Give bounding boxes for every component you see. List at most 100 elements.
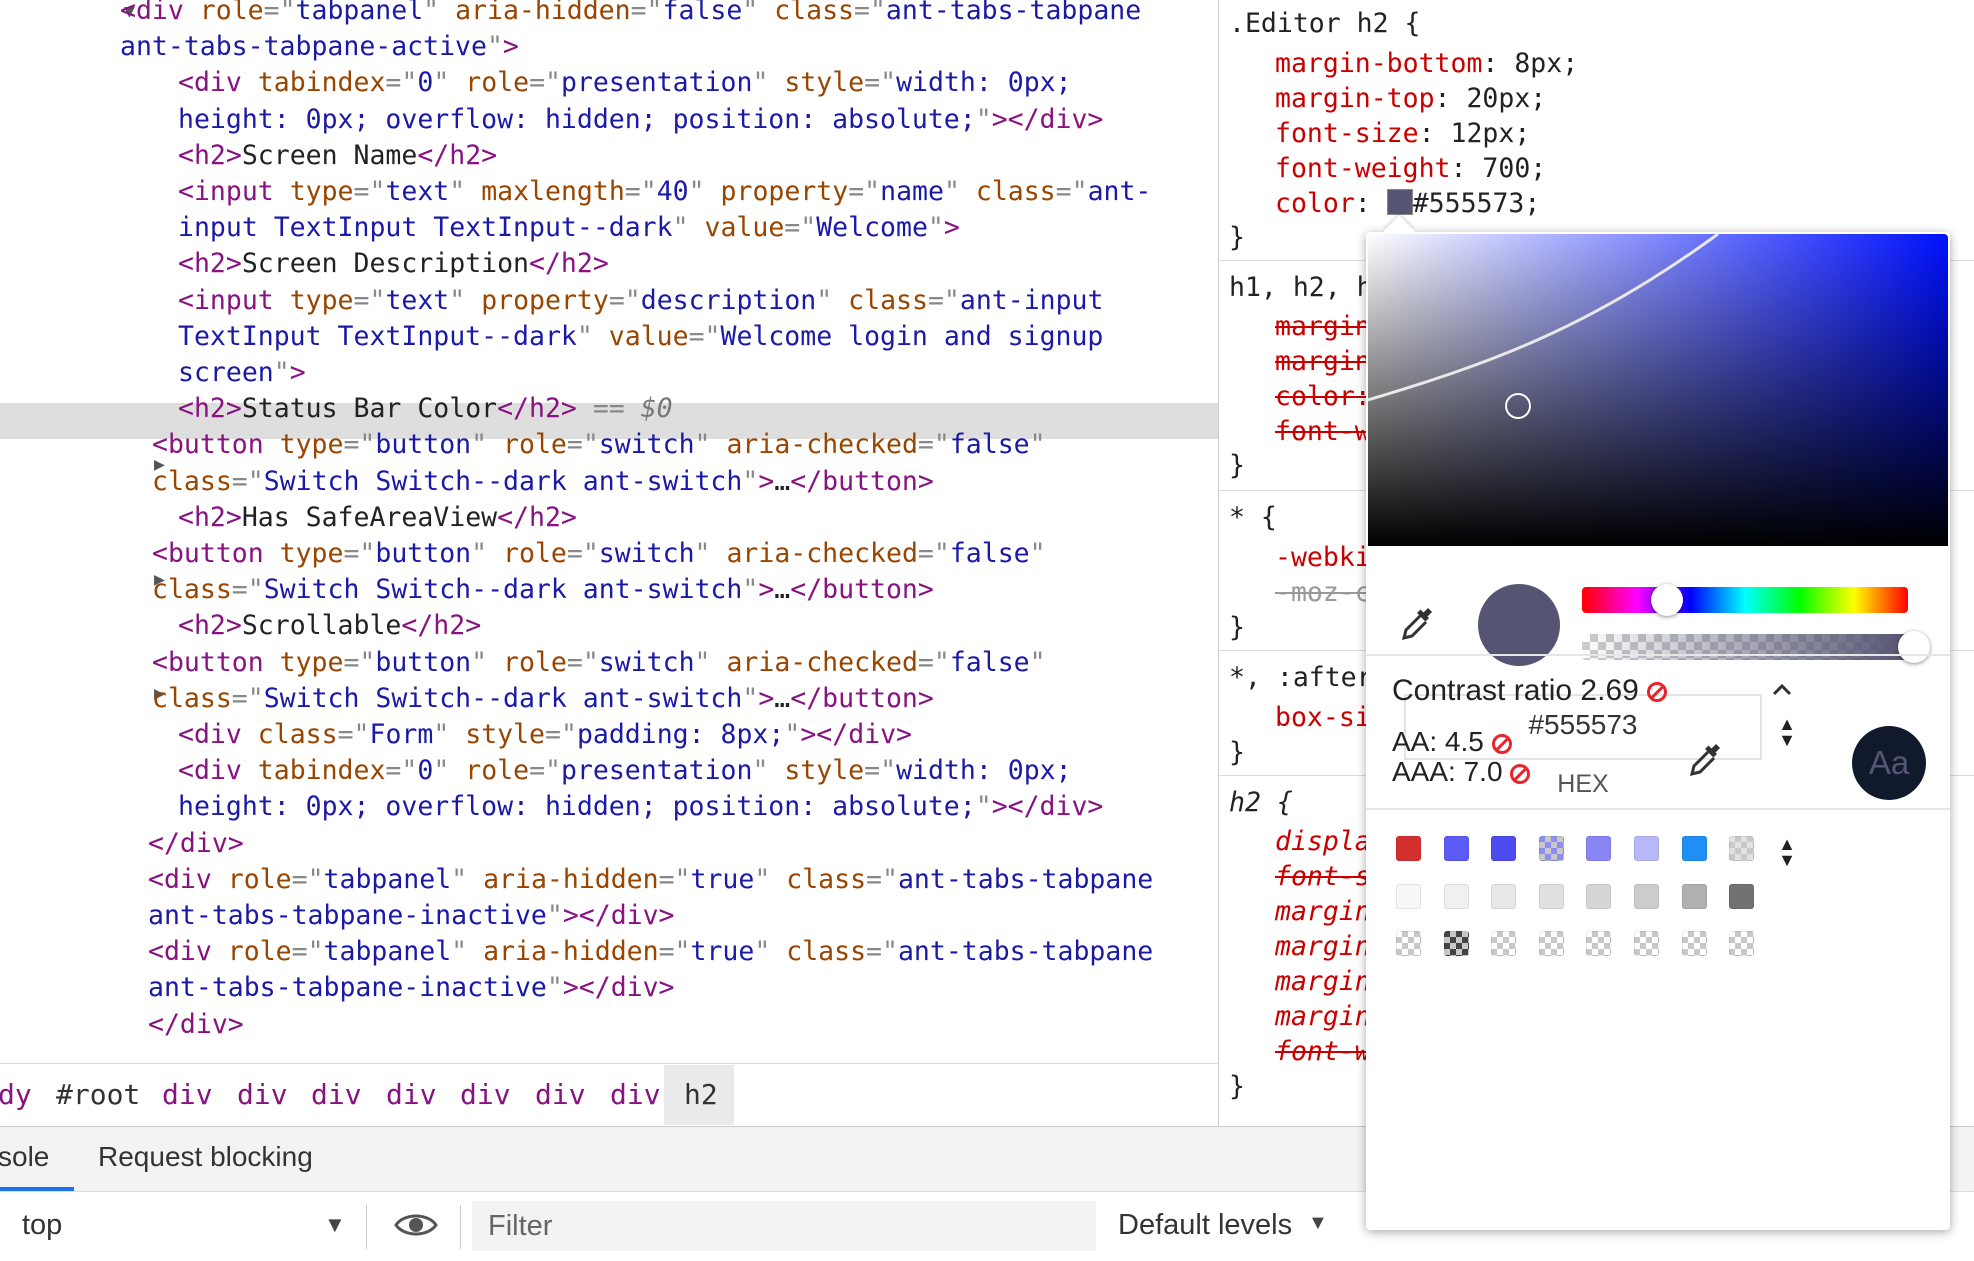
palette-swatch[interactable] — [1586, 836, 1612, 861]
breadcrumb-item[interactable]: div — [311, 1078, 362, 1111]
filter-input[interactable]: Filter — [472, 1201, 1096, 1251]
style-property[interactable]: -moz-c — [1275, 575, 1371, 610]
breadcrumb-item[interactable]: div — [535, 1078, 586, 1111]
eyedropper-icon[interactable] — [1400, 604, 1436, 649]
log-levels-dropdown[interactable]: Default levels — [1118, 1209, 1292, 1242]
dom-node-line[interactable]: <div role="tabpanel" aria-hidden="true" … — [148, 934, 1218, 970]
dom-node-line[interactable]: <button type="button" role="switch" aria… — [152, 427, 1218, 463]
palette-swatch[interactable] — [1491, 883, 1517, 909]
chevron-down-icon[interactable]: ▼ — [324, 1212, 346, 1238]
style-property[interactable]: displa — [1275, 824, 1371, 859]
palette-swatch[interactable] — [1396, 836, 1421, 861]
contrast-ratio-header[interactable]: Contrast ratio 2.69 — [1392, 674, 1668, 708]
dom-node-line[interactable]: class="Switch Switch--dark ant-switch">…… — [152, 464, 1218, 500]
alpha-slider[interactable] — [1582, 634, 1908, 660]
rule-selector[interactable]: .Editor h2 { — [1229, 6, 1420, 41]
palette-swatch[interactable] — [1729, 883, 1755, 909]
palette-swatch[interactable] — [1396, 883, 1421, 909]
dom-node-selected[interactable]: <h2>Status Bar Color</h2> == $0 — [178, 391, 1218, 427]
context-selector[interactable]: top — [22, 1209, 62, 1242]
style-property[interactable]: margin — [1275, 929, 1371, 964]
style-property[interactable]: margin — [1275, 999, 1371, 1034]
dom-node-line[interactable]: height: 0px; overflow: hidden; position:… — [178, 789, 1218, 825]
palette-switcher-icon[interactable]: ▲ ▼ — [1777, 835, 1797, 869]
palette-swatch[interactable] — [1634, 883, 1659, 909]
breadcrumb-item[interactable]: div — [386, 1078, 437, 1111]
rule-selector[interactable]: *, :after — [1229, 660, 1373, 695]
style-property[interactable]: margin-top: 20px; — [1275, 81, 1546, 116]
palette-swatch[interactable] — [1586, 931, 1612, 956]
rule-selector[interactable]: h1, h2, h — [1229, 270, 1373, 305]
palette-swatch[interactable] — [1443, 931, 1469, 956]
palette-swatch[interactable] — [1729, 836, 1755, 861]
style-property[interactable]: margin-bottom: 8px; — [1275, 46, 1578, 81]
breadcrumb-item[interactable]: div — [162, 1078, 213, 1111]
dom-node-line[interactable]: height: 0px; overflow: hidden; position:… — [178, 102, 1218, 138]
palette-swatch[interactable] — [1681, 883, 1707, 909]
dom-node-line[interactable]: <button type="button" role="switch" aria… — [152, 645, 1218, 681]
style-property[interactable]: font-weight: 700; — [1275, 151, 1546, 186]
dom-node-line[interactable]: </div> — [148, 1007, 1218, 1043]
tab-request-blocking[interactable]: Request blocking — [98, 1141, 313, 1173]
format-cycle-icon[interactable]: ▲ ▼ — [1777, 715, 1797, 749]
rule-selector[interactable]: h2 { — [1229, 785, 1293, 820]
eye-icon[interactable] — [394, 1210, 438, 1245]
style-property[interactable]: margin — [1275, 894, 1371, 929]
saturation-value-area[interactable] — [1368, 234, 1948, 546]
color-cursor[interactable] — [1505, 393, 1531, 419]
dom-node-line[interactable]: TextInput TextInput--dark" value="Welcom… — [178, 319, 1218, 355]
style-property[interactable]: margin — [1275, 309, 1371, 344]
tab-console[interactable]: sole — [0, 1141, 49, 1173]
chevron-up-icon[interactable] — [1772, 682, 1792, 701]
dom-node-line[interactable]: <h2>Screen Description</h2> — [178, 246, 1218, 282]
dom-node-line[interactable]: ant-tabs-tabpane-active"> — [120, 29, 1218, 65]
dom-node-line[interactable]: <div class="Form" style="padding: 8px;">… — [178, 717, 1218, 753]
palette-swatch[interactable] — [1491, 836, 1517, 861]
dom-node-line[interactable]: ant-tabs-tabpane-inactive"></div> — [148, 970, 1218, 1006]
dom-node-line[interactable]: <div role="tabpanel" aria-hidden="true" … — [148, 862, 1218, 898]
chevron-down-icon[interactable]: ▼ — [1308, 1212, 1328, 1235]
dom-node-line[interactable]: <h2>Has SafeAreaView</h2> — [178, 500, 1218, 536]
dom-node-line[interactable]: input TextInput TextInput--dark" value="… — [178, 210, 1218, 246]
style-property[interactable]: font-size: 12px; — [1275, 116, 1530, 151]
dom-node-line[interactable]: <button type="button" role="switch" aria… — [152, 536, 1218, 572]
style-property[interactable]: font-s — [1275, 859, 1371, 894]
palette-swatch[interactable] — [1538, 931, 1564, 956]
style-property[interactable]: -webki — [1275, 540, 1371, 575]
palette-swatch[interactable] — [1729, 931, 1755, 956]
palette-swatch[interactable] — [1681, 836, 1707, 861]
dom-node-line[interactable]: <h2>Screen Name</h2> — [178, 138, 1218, 174]
palette-swatch[interactable] — [1443, 883, 1469, 909]
palette-swatch[interactable] — [1491, 931, 1517, 956]
style-property[interactable]: color: — [1275, 379, 1371, 414]
dom-node-line[interactable]: </div> — [148, 826, 1218, 862]
palette-swatch[interactable] — [1586, 883, 1612, 909]
breadcrumb-item[interactable]: div — [460, 1078, 511, 1111]
color-swatch-inline[interactable] — [1386, 189, 1413, 215]
palette-swatch[interactable] — [1538, 883, 1564, 909]
dom-node-line[interactable]: <input type="text" maxlength="40" proper… — [178, 174, 1218, 210]
style-property[interactable]: margin — [1275, 964, 1371, 999]
palette-swatch[interactable] — [1396, 931, 1421, 956]
style-property[interactable]: margin — [1275, 344, 1371, 379]
breadcrumb-item[interactable]: dy — [0, 1078, 32, 1111]
dom-node-line[interactable]: <div tabindex="0" role="presentation" st… — [178, 753, 1218, 789]
style-property[interactable]: box-si — [1275, 700, 1371, 735]
dom-node-line[interactable]: screen"> — [178, 355, 1218, 391]
dom-node-line[interactable]: <div role="tabpanel" aria-hidden="false"… — [120, 0, 1218, 29]
palette-swatch[interactable] — [1681, 931, 1707, 956]
dom-node-line[interactable]: <div tabindex="0" role="presentation" st… — [178, 65, 1218, 101]
dom-node-line[interactable]: class="Switch Switch--dark ant-switch">…… — [152, 681, 1218, 717]
alpha-slider-handle[interactable] — [1898, 631, 1930, 663]
hue-slider[interactable] — [1582, 587, 1908, 613]
dom-node-line[interactable]: class="Switch Switch--dark ant-switch">…… — [152, 572, 1218, 608]
style-property[interactable]: font-w — [1275, 1034, 1371, 1069]
palette-swatch[interactable] — [1634, 931, 1659, 956]
dom-node-line[interactable]: <h2>Scrollable</h2> — [178, 608, 1218, 644]
palette-swatch[interactable] — [1443, 836, 1469, 861]
background-eyedropper-icon[interactable] — [1688, 740, 1724, 785]
breadcrumb-item[interactable]: div — [237, 1078, 288, 1111]
rule-selector[interactable]: * { — [1229, 500, 1277, 535]
style-property[interactable]: color: #555573; — [1275, 186, 1540, 221]
palette-swatch[interactable] — [1634, 836, 1659, 861]
